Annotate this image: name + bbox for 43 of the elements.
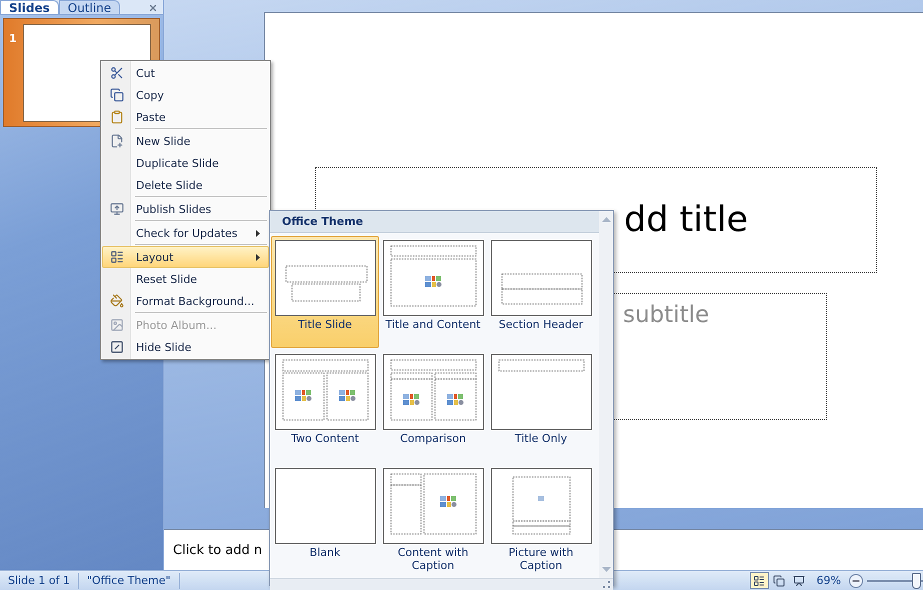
pane-tab[interactable]: Slides xyxy=(0,0,59,14)
menu-item[interactable]: Reset Slide xyxy=(102,268,269,290)
resize-grip-icon[interactable] xyxy=(603,581,610,588)
layout-option[interactable]: Section Header xyxy=(487,236,595,348)
subtitle-placeholder-text: subtitle xyxy=(623,302,710,328)
new-slide-icon xyxy=(110,134,124,148)
zoom-level[interactable]: 69% xyxy=(812,574,849,587)
pane-tab[interactable]: Outline xyxy=(58,0,120,14)
zoom-out-button[interactable] xyxy=(849,574,863,588)
menu-item[interactable]: Publish Slides xyxy=(102,198,269,220)
publish-icon xyxy=(110,202,124,216)
slideshow-icon xyxy=(793,574,806,586)
theme-name: "Office Theme" xyxy=(86,574,172,587)
copy-icon xyxy=(110,88,124,102)
scissors-icon xyxy=(110,66,124,80)
photo-icon xyxy=(110,318,124,332)
menu-item[interactable]: Check for Updates xyxy=(102,222,269,244)
hide-slide-icon xyxy=(110,340,124,354)
menu-item[interactable]: Duplicate Slide xyxy=(102,152,269,174)
menu-item[interactable]: Hide Slide xyxy=(102,336,269,358)
slide-number: 1 xyxy=(9,32,17,47)
clipboard-icon xyxy=(110,110,124,124)
title-placeholder-text: dd title xyxy=(624,200,748,240)
normal-view-icon xyxy=(753,574,766,586)
layout-option[interactable]: Title Slide xyxy=(271,236,379,348)
menu-item[interactable]: Delete Slide xyxy=(102,174,269,196)
layout-icon xyxy=(110,250,124,264)
menu-item[interactable]: New Slide xyxy=(102,130,269,152)
layout-option[interactable]: Title Only xyxy=(487,350,595,462)
zoom-slider-thumb[interactable] xyxy=(912,572,922,588)
close-button[interactable] xyxy=(147,2,159,14)
normal-view-button[interactable] xyxy=(750,572,769,589)
gallery-heading: Office Theme xyxy=(270,211,599,233)
paint-bucket-icon xyxy=(110,294,124,308)
close-icon xyxy=(148,3,158,13)
slide-position: Slide 1 of 1 xyxy=(7,574,71,587)
slide-sorter-icon xyxy=(773,574,786,586)
notes-placeholder-text: Click to add n xyxy=(173,542,262,558)
menu-item[interactable]: Layout xyxy=(102,246,269,268)
layout-option[interactable]: Title and Content xyxy=(379,236,487,348)
layout-option[interactable]: Comparison xyxy=(379,350,487,462)
layout-option[interactable]: Two Content xyxy=(271,350,379,462)
menu-item[interactable]: Format Background... xyxy=(102,290,269,312)
